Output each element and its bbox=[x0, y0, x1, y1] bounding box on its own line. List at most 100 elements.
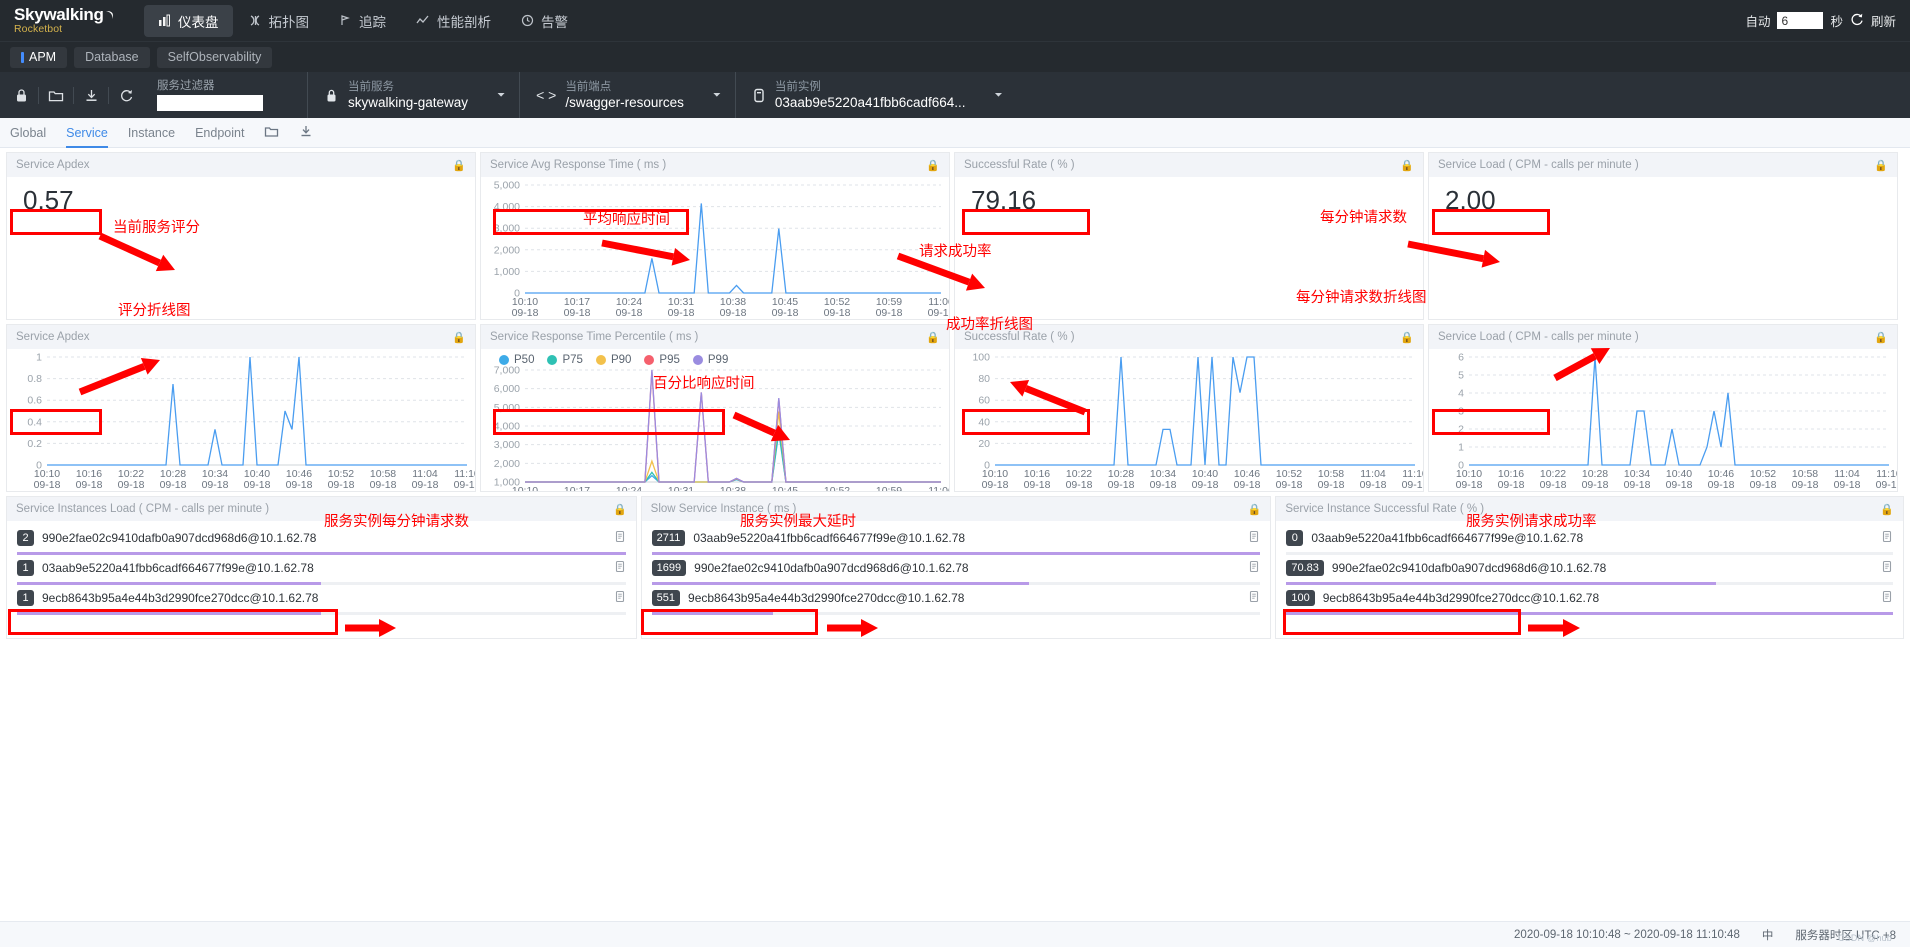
svg-text:5,000: 5,000 bbox=[494, 180, 520, 192]
list-item[interactable]: 551 9ecb8643b95a4e44b3d2990fce270dcc@10.1… bbox=[642, 585, 1271, 615]
copy-icon[interactable] bbox=[1881, 560, 1893, 576]
lock-icon[interactable]: 🔒 bbox=[452, 159, 466, 172]
progress-bar-fill bbox=[1286, 612, 1894, 615]
copy-icon[interactable] bbox=[1881, 530, 1893, 546]
list-item[interactable]: 70.83 990e2fae02c9410dafb0a907dcd968d6@10… bbox=[1276, 555, 1903, 585]
svg-text:1: 1 bbox=[1458, 442, 1464, 454]
lock-icon[interactable]: 🔒 bbox=[1880, 503, 1894, 516]
progress-bar-fill bbox=[17, 582, 322, 585]
legend-item-p90[interactable]: P90 bbox=[595, 354, 631, 366]
list-item-line: 1699 990e2fae02c9410dafb0a907dcd968d6@10.… bbox=[651, 560, 1261, 576]
subtab-instance[interactable]: Instance bbox=[128, 118, 175, 148]
list-item[interactable]: 2 990e2fae02c9410dafb0a907dcd968d6@10.1.6… bbox=[7, 525, 636, 555]
line-chart-service-load[interactable]: 0 1 2 3 4 5 6 10:10 09-18 10:16 09-18 10:22 09-18 10:… bbox=[1429, 349, 1897, 492]
svg-text:09-18: 09-18 bbox=[328, 479, 355, 491]
subtab-global[interactable]: Global bbox=[10, 118, 46, 148]
current-endpoint-selector[interactable]: < > 当前端点 /swagger-resources ⏷ bbox=[519, 72, 735, 118]
list-item[interactable]: 100 9ecb8643b95a4e44b3d2990fce270dcc@10.1… bbox=[1276, 585, 1903, 615]
current-instance-selector[interactable]: 当前实例 03aab9e5220a41fbb6cadf664... ⏷ bbox=[734, 72, 1017, 118]
list-item[interactable]: 1 9ecb8643b95a4e44b3d2990fce270dcc@10.1.6… bbox=[7, 585, 636, 615]
subtab-service[interactable]: Service bbox=[66, 118, 108, 148]
download-icon[interactable] bbox=[74, 72, 108, 118]
card-service-instances-load: Service Instances Load ( CPM - calls per… bbox=[6, 496, 637, 639]
svg-text:09-18: 09-18 bbox=[1192, 479, 1219, 491]
card-service-apdex-value: Service Apdex 🔒 0.57 bbox=[6, 152, 476, 320]
time-range-label[interactable]: 2020-09-18 10:10:48 ~ 2020-09-18 11:10:4… bbox=[1514, 929, 1740, 941]
copy-icon[interactable] bbox=[1248, 560, 1260, 576]
copy-icon[interactable] bbox=[614, 530, 626, 546]
nav-item-alarm[interactable]: 告警 bbox=[507, 5, 582, 37]
selector-value: /swagger-resources bbox=[565, 94, 684, 110]
nav-item-trace[interactable]: 追踪 bbox=[325, 5, 400, 37]
service-filter-input[interactable] bbox=[157, 94, 263, 111]
refresh-label[interactable]: 刷新 bbox=[1871, 11, 1896, 30]
language-toggle[interactable]: 中 bbox=[1762, 927, 1774, 943]
chevron-down-icon[interactable]: ⏷ bbox=[975, 90, 1003, 101]
svg-text:09-18: 09-18 bbox=[668, 307, 695, 319]
current-service-selector[interactable]: 当前服务 skywalking-gateway ⏷ bbox=[307, 72, 519, 118]
copy-icon[interactable] bbox=[614, 560, 626, 576]
lock-icon[interactable]: 🔒 bbox=[1248, 503, 1262, 516]
nav-item-topology[interactable]: 拓扑图 bbox=[235, 5, 324, 37]
legend-item-p75[interactable]: P75 bbox=[547, 354, 583, 366]
list-item[interactable]: 0 03aab9e5220a41fbb6cadf664677f99e@10.1.6… bbox=[1276, 525, 1903, 555]
instance-list: 2711 03aab9e5220a41fbb6cadf664677f99e@10.… bbox=[642, 521, 1271, 638]
tab-database[interactable]: Database bbox=[74, 46, 150, 68]
svg-text:09-18: 09-18 bbox=[202, 479, 229, 491]
legend-item-p50[interactable]: P50 bbox=[499, 354, 534, 366]
lock-icon[interactable]: 🔒 bbox=[1400, 159, 1414, 172]
nav-item-dashboard[interactable]: 仪表盘 bbox=[144, 4, 233, 37]
svg-text:20: 20 bbox=[978, 438, 990, 450]
line-chart-service-apdex[interactable]: 0 0.2 0.4 0.6 0.8 1 10:10 09-18 10:16 09-18 10:22 0… bbox=[7, 349, 475, 492]
folder-icon[interactable] bbox=[264, 125, 279, 141]
copy-icon[interactable] bbox=[614, 590, 626, 606]
lock-icon[interactable]: 🔒 bbox=[452, 331, 466, 344]
legend-item-p99[interactable]: P99 bbox=[692, 354, 728, 366]
app-logo[interactable]: Skywalking Rocketbot bbox=[14, 6, 126, 36]
refresh-icon[interactable] bbox=[1850, 12, 1864, 29]
svg-text:09-18: 09-18 bbox=[34, 479, 61, 491]
nav-label: 拓扑图 bbox=[268, 14, 310, 30]
tab-selfobservability[interactable]: SelfObservability bbox=[156, 46, 273, 68]
svg-text:4,000: 4,000 bbox=[494, 421, 520, 433]
lock-icon[interactable]: 🔒 bbox=[1874, 331, 1888, 344]
folder-icon[interactable] bbox=[39, 72, 73, 118]
svg-text:0.8: 0.8 bbox=[27, 373, 42, 385]
svg-text:09-18: 09-18 bbox=[1108, 479, 1135, 491]
chevron-down-icon[interactable]: ⏷ bbox=[477, 90, 505, 101]
copy-icon[interactable] bbox=[1248, 590, 1260, 606]
subtab-endpoint[interactable]: Endpoint bbox=[195, 118, 244, 148]
download-icon[interactable] bbox=[299, 124, 313, 141]
auto-refresh-control: 自动 秒 刷新 bbox=[1745, 0, 1896, 41]
nav-item-profile[interactable]: 性能剖析 bbox=[402, 5, 505, 37]
svg-text:09-18: 09-18 bbox=[1150, 479, 1177, 491]
line-chart-response-time-percentile[interactable]: 1,000 2,000 3,000 4,000 5,000 6,000 7,000 10:10… bbox=[481, 366, 949, 491]
top-navigation-bar: Skywalking Rocketbot 仪表盘 拓扑图 追踪 性能剖析 告警 … bbox=[0, 0, 1910, 41]
copy-icon[interactable] bbox=[1248, 530, 1260, 546]
list-item[interactable]: 1 03aab9e5220a41fbb6cadf664677f99e@10.1.6… bbox=[7, 555, 636, 585]
instance-name: 03aab9e5220a41fbb6cadf664677f99e@10.1.62… bbox=[693, 531, 966, 545]
tab-apm[interactable]: APM bbox=[10, 46, 68, 68]
line-chart-successful-rate[interactable]: 0 20 40 60 80 100 10:10 09-18 10:16 09-18 10:22 09-… bbox=[955, 349, 1423, 492]
svg-text:6: 6 bbox=[1458, 352, 1464, 364]
metric-badge: 1699 bbox=[651, 560, 687, 576]
line-chart-avg-response-time[interactable]: 0 1,000 2,000 3,000 4,000 5,000 10:10 09-18 10:1… bbox=[481, 177, 949, 320]
lock-icon[interactable]: 🔒 bbox=[1874, 159, 1888, 172]
instance-name: 03aab9e5220a41fbb6cadf664677f99e@10.1.62… bbox=[1311, 531, 1584, 545]
list-item[interactable]: 1699 990e2fae02c9410dafb0a907dcd968d6@10.… bbox=[642, 555, 1271, 585]
lock-icon[interactable]: 🔒 bbox=[926, 331, 940, 344]
dashboard-row-3: Service Instances Load ( CPM - calls per… bbox=[2, 496, 1908, 643]
refresh-interval-input[interactable] bbox=[1777, 12, 1824, 29]
list-item[interactable]: 2711 03aab9e5220a41fbb6cadf664677f99e@10.… bbox=[642, 525, 1271, 555]
lock-icon[interactable]: 🔒 bbox=[613, 503, 627, 516]
lock-icon[interactable]: 🔒 bbox=[1400, 331, 1414, 344]
card-slow-service-instance: Slow Service Instance ( ms ) 🔒 2711 03aab… bbox=[640, 496, 1272, 639]
svg-text:2: 2 bbox=[1458, 424, 1464, 436]
lock-icon[interactable]: 🔒 bbox=[926, 159, 940, 172]
svg-text:09-18: 09-18 bbox=[1360, 479, 1387, 491]
legend-item-p95[interactable]: P95 bbox=[644, 354, 680, 366]
copy-icon[interactable] bbox=[1881, 590, 1893, 606]
chevron-down-icon[interactable]: ⏷ bbox=[693, 90, 721, 101]
lock-icon[interactable] bbox=[4, 72, 38, 118]
refresh-icon[interactable] bbox=[109, 72, 143, 118]
